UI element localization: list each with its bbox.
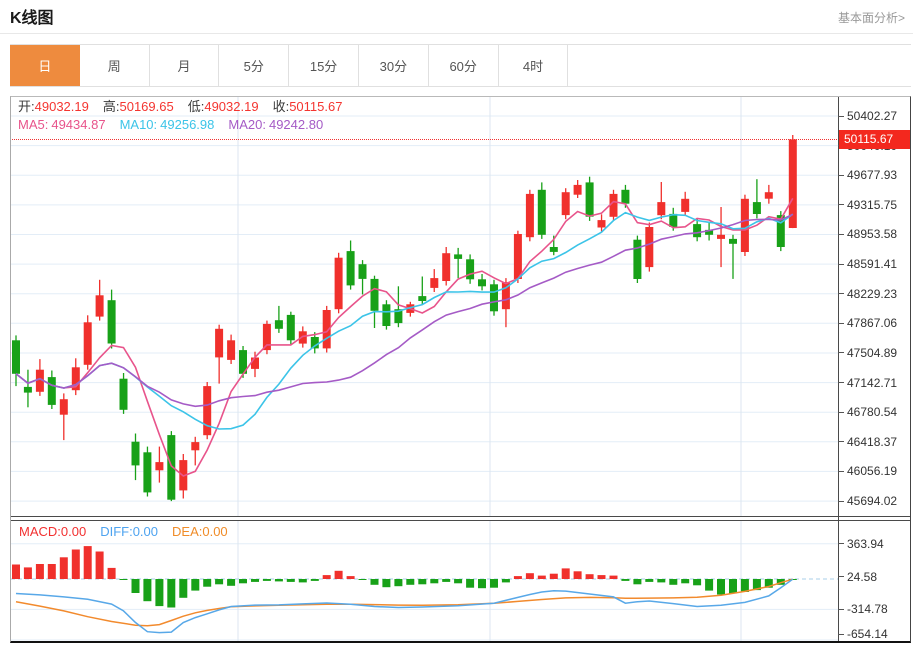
period-tab-7[interactable]: 4时 <box>498 45 569 86</box>
macd-values-row: MACD:0.00 DIFF:0.00 DEA:0.00 <box>19 524 242 540</box>
y-axis-label: 47867.06 <box>847 316 898 331</box>
y-axis-label: 47142.71 <box>847 375 898 390</box>
period-tab-2[interactable]: 月 <box>149 45 220 86</box>
y-axis-label: 363.94 <box>847 536 884 551</box>
candles-layer <box>12 135 797 502</box>
period-tab-0[interactable]: 日 <box>10 45 80 86</box>
field-label: MA5: <box>18 117 49 132</box>
axis-divider <box>838 97 839 641</box>
y-axis-tick <box>838 174 844 176</box>
y-axis-label: 46780.54 <box>847 405 898 420</box>
pane-separator <box>11 520 910 521</box>
field-label: 高: <box>102 99 120 114</box>
y-axis-tick <box>838 322 844 324</box>
field-label: MA20: <box>228 117 266 132</box>
y-axis-tick <box>838 470 844 472</box>
pane-separator <box>11 516 910 517</box>
field-value: 0.00 <box>132 524 159 539</box>
field-value: 49032.19 <box>34 99 89 114</box>
y-axis-label: 49315.75 <box>847 197 898 212</box>
period-tab-1[interactable]: 周 <box>79 45 150 86</box>
y-axis-tick <box>838 204 844 206</box>
y-axis-label: 24.58 <box>847 569 878 584</box>
field-label: MACD: <box>19 524 61 539</box>
y-axis-tick <box>838 293 844 295</box>
header-divider <box>0 33 913 34</box>
candlestick-chart <box>11 97 838 516</box>
period-tab-4[interactable]: 15分 <box>289 45 359 86</box>
field-value: 50169.65 <box>119 99 174 114</box>
y-axis-label: 45694.02 <box>847 494 898 509</box>
y-axis-tick <box>838 543 844 545</box>
ma-lines-layer <box>15 197 794 477</box>
y-axis-label: -314.78 <box>847 602 888 617</box>
current-price-line <box>12 139 837 140</box>
y-axis-tick <box>838 352 844 354</box>
page-title: K线图 <box>10 10 54 27</box>
y-axis-label: -654.14 <box>847 627 888 641</box>
field-label: DIFF: <box>100 524 133 539</box>
field-label: 收: <box>272 99 290 114</box>
field-label: DEA: <box>172 524 203 539</box>
y-axis-tick <box>838 633 844 635</box>
y-axis-label: 47504.89 <box>847 345 898 360</box>
field-value: 0.00 <box>202 524 228 539</box>
y-axis-label: 48591.41 <box>847 257 898 272</box>
field-value: 50115.67 <box>289 99 343 114</box>
period-tab-5[interactable]: 30分 <box>358 45 429 86</box>
y-axis-label: 48229.23 <box>847 286 898 301</box>
chart-widget: 开:49032.19 高:50169.65 低:49032.19 收:50115.67… <box>10 96 911 643</box>
field-label: 低: <box>187 99 205 114</box>
current-price-badge: 50115.67 <box>839 130 910 149</box>
field-value: 0.00 <box>60 524 87 539</box>
y-axis-tick <box>838 263 844 265</box>
y-axis-tick <box>838 233 844 235</box>
y-axis-label: 46056.19 <box>847 464 898 479</box>
y-axis-tick <box>838 576 844 578</box>
y-axis-tick <box>838 608 844 610</box>
current-price-value: 50115.67 <box>844 132 894 146</box>
field-value: 49256.98 <box>160 117 215 132</box>
field-label: MA10: <box>119 117 158 132</box>
field-value: 49032.19 <box>204 99 259 114</box>
kline-page: K线图 基本面分析> 日周月 5分 15分 30分 60分 4时 开:49032.19 高:… <box>0 0 913 647</box>
y-axis-tick <box>838 500 844 502</box>
fundamental-analysis-link[interactable]: 基本面分析> <box>838 9 905 26</box>
y-axis-tick <box>838 115 844 117</box>
y-axis-label: 48953.58 <box>847 227 898 242</box>
period-tab-bar: 日周月 5分 15分 30分 60分 4时 <box>10 44 911 87</box>
field-value: 49434.87 <box>51 117 106 132</box>
ohlc-row: 开:49032.19 高:50169.65 低:49032.19 收:50115.67 <box>18 99 356 115</box>
y-axis-label: 46418.37 <box>847 434 898 449</box>
field-label: 开: <box>18 99 35 114</box>
y-axis-tick <box>838 382 844 384</box>
y-axis-tick <box>838 411 844 413</box>
y-axis-label: 50402.27 <box>847 109 898 123</box>
y-axis-tick <box>838 441 844 443</box>
period-tab-3[interactable]: 5分 <box>219 45 290 86</box>
period-tab-6[interactable]: 60分 <box>428 45 499 86</box>
y-axis-label: 49677.93 <box>847 168 898 183</box>
field-value: 49242.80 <box>268 117 324 132</box>
ma-row: MA5: 49434.87 MA10: 49256.98 MA20: 49242.80 <box>18 117 337 133</box>
